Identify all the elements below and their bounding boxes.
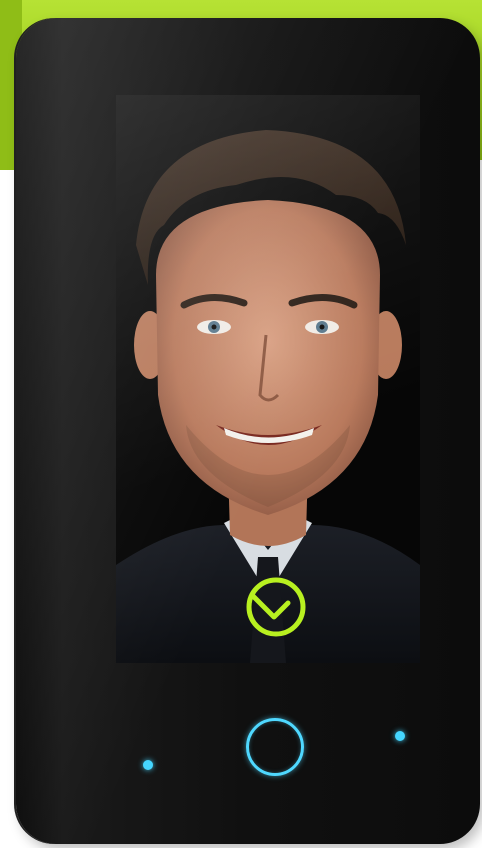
home-button[interactable] (246, 718, 304, 776)
check-circle-icon (246, 577, 306, 637)
right-indicator-light (395, 731, 405, 741)
product-photo (0, 0, 482, 848)
left-indicator-light (143, 760, 153, 770)
